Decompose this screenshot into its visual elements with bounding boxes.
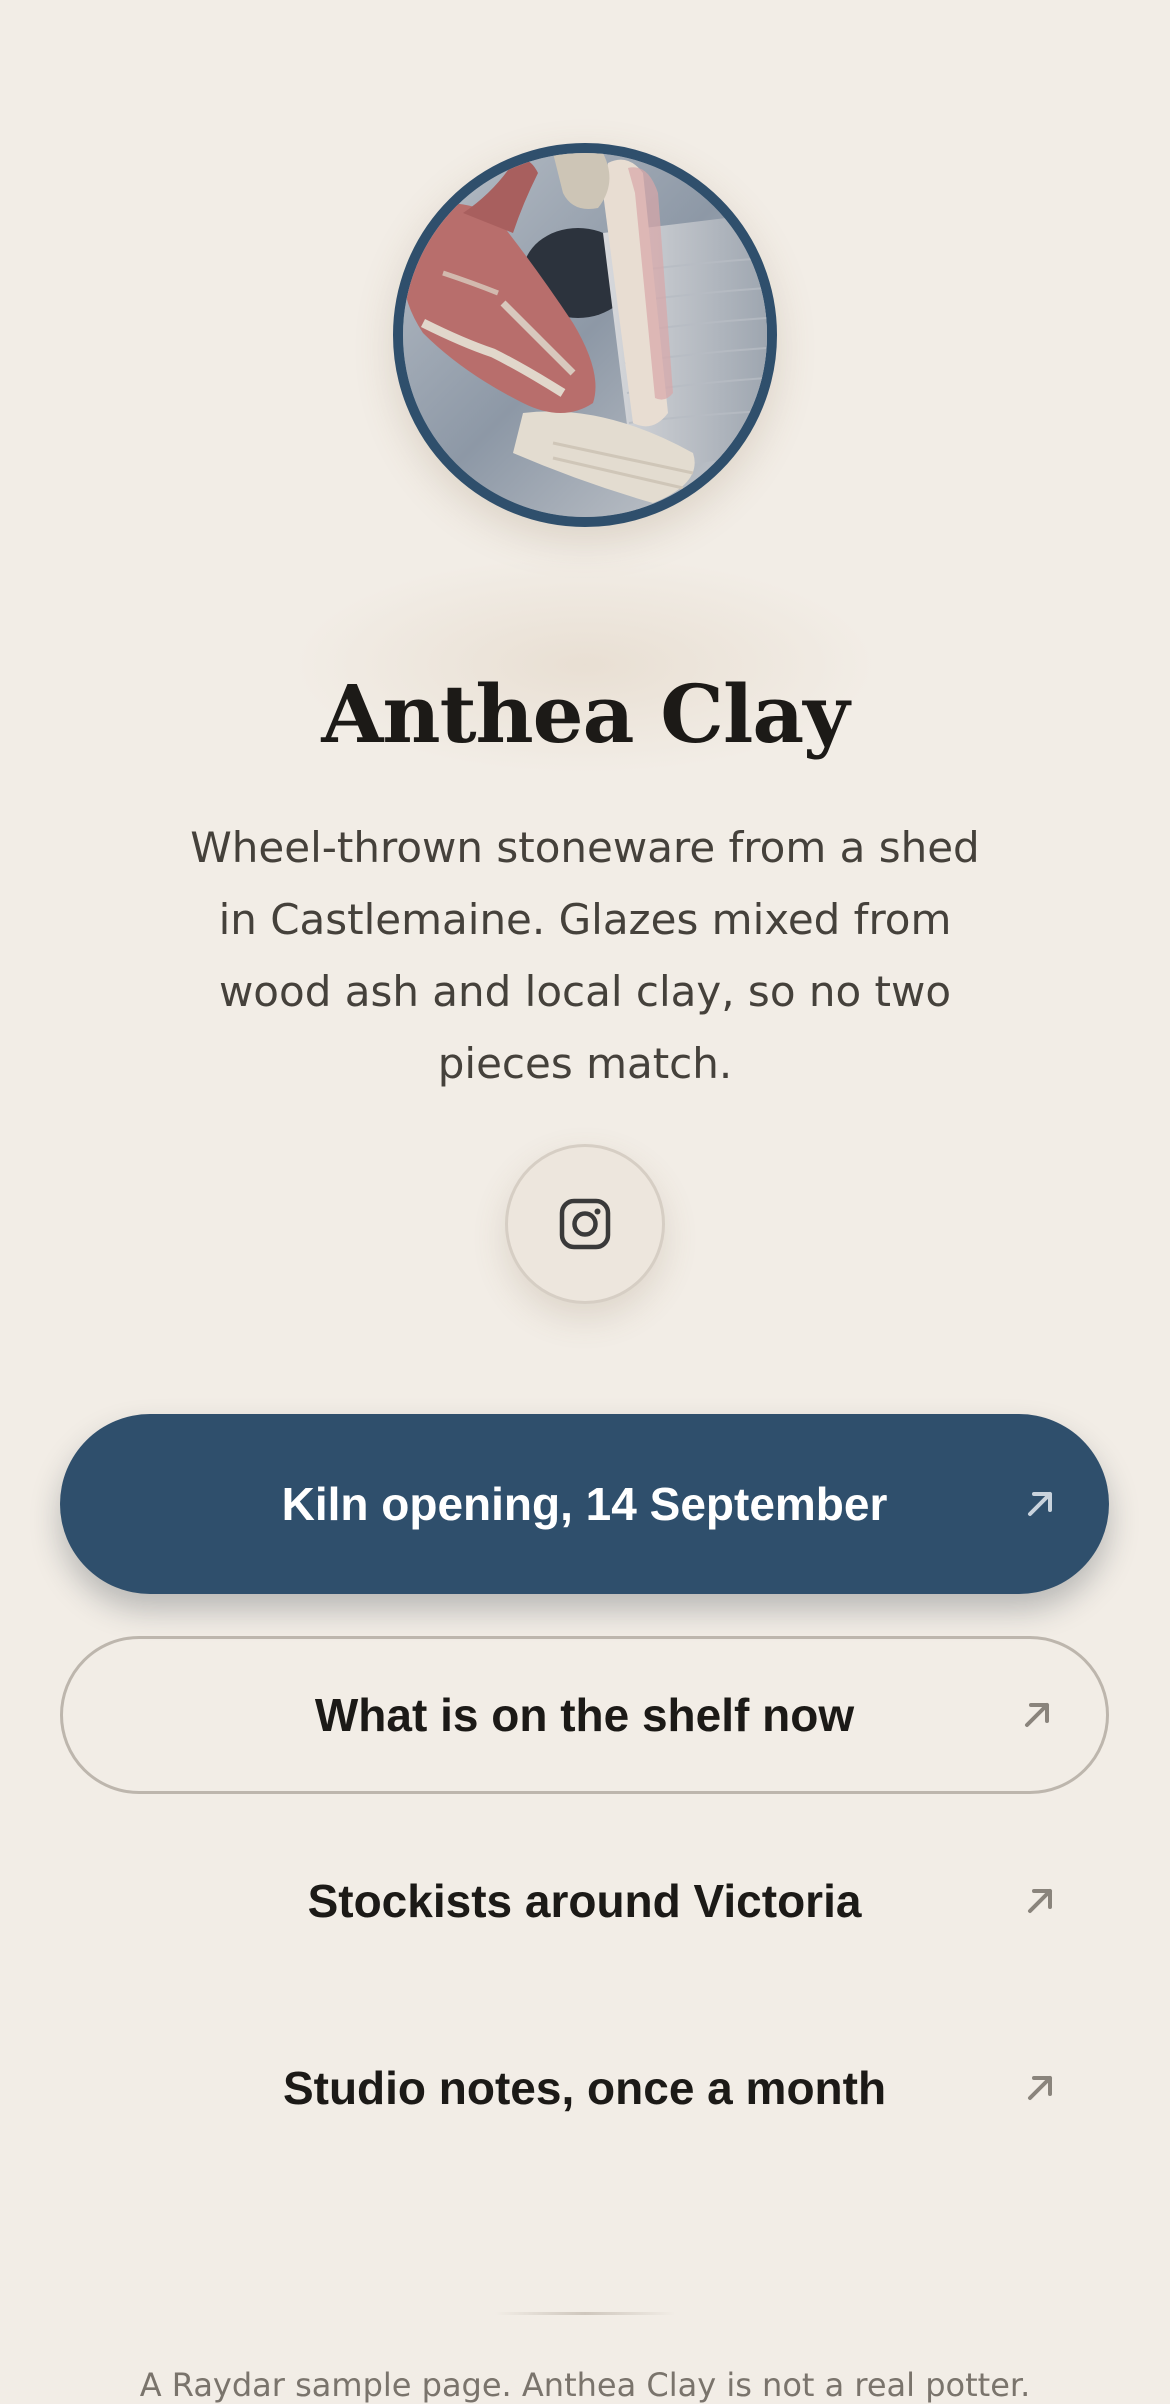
link-stockists[interactable]: Stockists around Victoria [60,1826,1109,1976]
link-label: Kiln opening, 14 September [281,1478,888,1530]
arrow-up-right-icon [1028,1492,1052,1516]
link-label: What is on the shelf now [314,1689,855,1741]
footer-text: A Raydar sample page. Anthea Clay is not… [139,2366,1031,2404]
profile-bio: Wheel-thrown stoneware from a shed in Ca… [190,823,980,1088]
link-label: Studio notes, once a month [282,2062,887,2114]
instagram-icon [559,1198,611,1250]
avatar-photo [403,153,767,517]
link-shelf[interactable]: What is on the shelf now [60,1636,1109,1794]
link-kiln-opening[interactable]: Kiln opening, 14 September [60,1414,1109,1594]
arrow-up-right-icon [1028,1889,1052,1913]
arrow-up-right-icon [1028,2076,1052,2100]
profile-name: Anthea Clay [321,666,849,761]
profile-page: Anthea Clay Wheel-thrown stoneware from … [0,0,1170,2404]
link-studio-notes[interactable]: Studio notes, once a month [60,2013,1109,2163]
footer-divider [495,2312,675,2315]
arrow-up-right-icon [1025,1703,1049,1727]
link-label: Stockists around Victoria [307,1875,862,1927]
avatar [393,143,777,527]
instagram-button[interactable] [505,1144,665,1304]
